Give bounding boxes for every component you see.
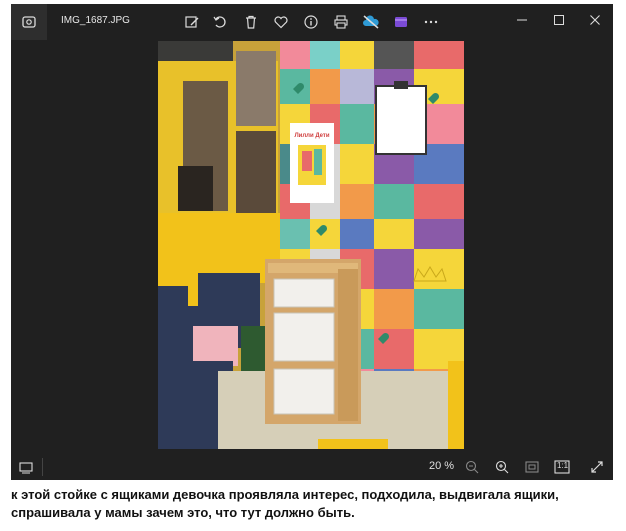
more-icon[interactable] xyxy=(422,13,440,31)
file-name: IMG_1687.JPG xyxy=(61,15,130,26)
minimize-icon[interactable] xyxy=(512,10,532,30)
info-icon[interactable] xyxy=(302,13,320,31)
title-bar: IMG_1687.JPG xyxy=(11,4,613,40)
status-divider xyxy=(42,458,43,476)
rotate-icon[interactable] xyxy=(211,13,229,31)
photo: Лилли Дети xyxy=(158,41,464,449)
close-icon[interactable] xyxy=(585,10,605,30)
edit-image-icon[interactable] xyxy=(183,13,201,31)
video-editor-icon[interactable] xyxy=(392,13,410,31)
zoom-level: 20 % xyxy=(429,460,455,472)
photo-viewer-window: IMG_1687.JPG Лилли Дети 20 % 1:1 xyxy=(11,4,613,480)
actual-size-label: 1:1 xyxy=(557,461,569,470)
trash-icon[interactable] xyxy=(242,13,260,31)
filmstrip-icon[interactable] xyxy=(17,458,35,476)
zoom-out-icon[interactable] xyxy=(463,458,481,476)
status-bar: 20 % 1:1 xyxy=(11,454,613,480)
fit-to-window-icon[interactable] xyxy=(523,458,541,476)
fullscreen-icon[interactable] xyxy=(588,458,606,476)
poster-title: Лилли Дети xyxy=(294,133,329,139)
storage-rack xyxy=(265,259,361,424)
cloud-off-icon[interactable] xyxy=(362,13,380,31)
print-icon[interactable] xyxy=(332,13,350,31)
caption-text: к этой стойке с ящиками девочка проявлял… xyxy=(11,487,559,520)
heart-icon[interactable] xyxy=(272,13,290,31)
actual-size-button[interactable]: 1:1 xyxy=(553,458,571,476)
photos-app-icon xyxy=(11,4,47,40)
maximize-icon[interactable] xyxy=(549,10,569,30)
zoom-in-icon[interactable] xyxy=(493,458,511,476)
photo-image: Лилли Дети xyxy=(158,41,464,449)
